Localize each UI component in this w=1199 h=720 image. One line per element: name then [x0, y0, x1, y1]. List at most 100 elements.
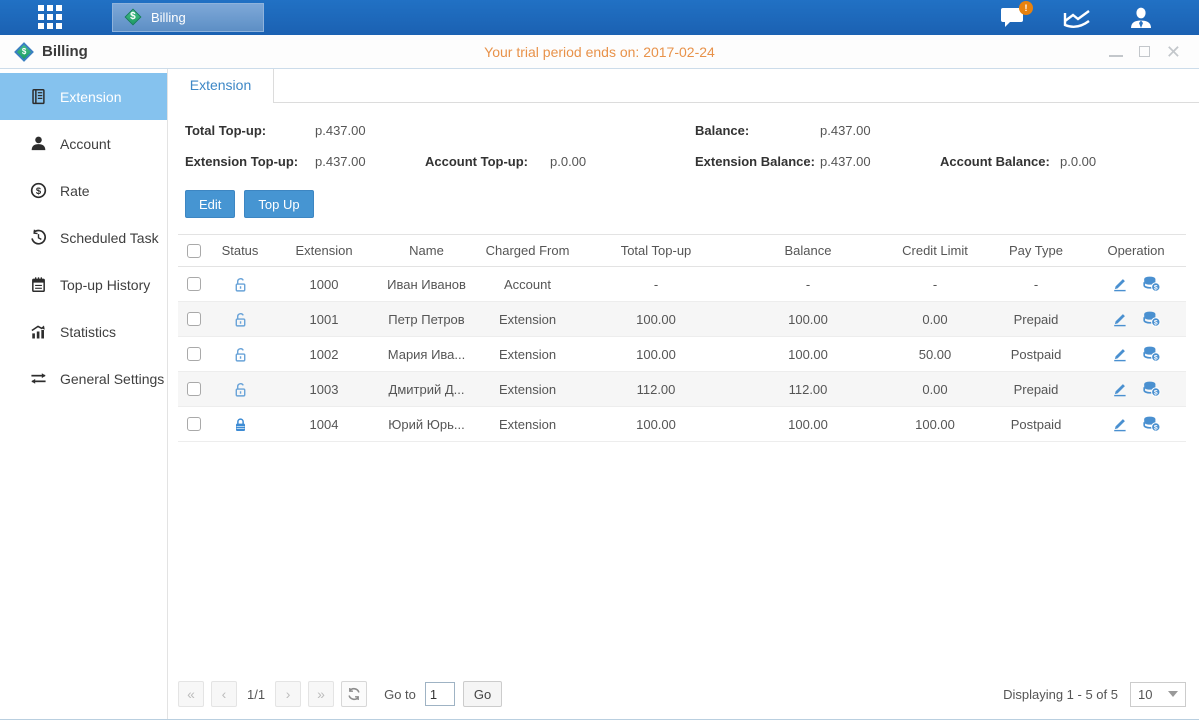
sidebar-item-scheduled-task[interactable]: Scheduled Task — [0, 214, 167, 261]
page-size-select[interactable]: 10 — [1130, 682, 1186, 707]
topup-coins-icon[interactable]: $ — [1142, 311, 1161, 327]
total-topup-cell: 100.00 — [580, 347, 732, 362]
top-up-button[interactable]: Top Up — [244, 190, 313, 218]
window-title: Billing — [42, 43, 88, 60]
column-header[interactable]: Charged From — [475, 243, 580, 258]
column-header[interactable]: Name — [378, 243, 475, 258]
first-page-button[interactable]: « — [178, 681, 204, 707]
edit-icon[interactable] — [1111, 416, 1128, 432]
row-checkbox[interactable] — [187, 417, 201, 431]
account-topup-label: Account Top-up: — [425, 154, 550, 169]
sidebar-item-general-settings[interactable]: General Settings — [0, 355, 167, 402]
balance-cell: 112.00 — [732, 382, 884, 397]
balance-cell: - — [732, 277, 884, 292]
taskbar: $ Billing ! — [0, 0, 1199, 35]
edit-icon[interactable] — [1111, 381, 1128, 397]
extension-cell: 1004 — [270, 417, 378, 432]
next-page-button[interactable]: › — [275, 681, 301, 707]
operation-cell: $ — [1086, 416, 1186, 432]
minimize-button[interactable] — [1109, 45, 1123, 59]
column-header[interactable]: Operation — [1086, 243, 1186, 258]
pay-type-cell: - — [986, 277, 1086, 292]
last-page-button[interactable]: » — [308, 681, 334, 707]
name-cell: Мария Ива... — [378, 347, 475, 362]
ledger-icon — [30, 88, 47, 105]
name-cell: Юрий Юрь... — [378, 417, 475, 432]
sidebar-item-label: General Settings — [60, 371, 164, 387]
prev-page-button[interactable]: ‹ — [211, 681, 237, 707]
extension-cell: 1000 — [270, 277, 378, 292]
messages-icon[interactable]: ! — [1000, 7, 1025, 28]
close-button[interactable]: ✕ — [1166, 45, 1181, 59]
unlocked-icon — [210, 381, 270, 398]
sidebar-item-statistics[interactable]: Statistics — [0, 308, 167, 355]
topup-coins-icon[interactable]: $ — [1142, 276, 1161, 292]
sidebar-item-topup-history[interactable]: Top-up History — [0, 261, 167, 308]
table-header-row: StatusExtensionNameCharged FromTotal Top… — [178, 234, 1186, 267]
total-topup-cell: 100.00 — [580, 417, 732, 432]
billing-dollar-diamond-icon: $ — [125, 9, 142, 26]
total-topup-cell: - — [580, 277, 732, 292]
svg-text:$: $ — [1154, 424, 1158, 431]
go-button[interactable]: Go — [463, 681, 502, 707]
sidebar-item-label: Top-up History — [60, 277, 150, 293]
edit-icon[interactable] — [1111, 346, 1128, 362]
paging-toolbar: « ‹ 1/1 › » Go to Go Displaying 1 - 5 of… — [168, 671, 1199, 717]
bar-chart-icon — [30, 323, 47, 340]
charged-from-cell: Extension — [475, 417, 580, 432]
topup-coins-icon[interactable]: $ — [1142, 381, 1161, 397]
row-checkbox[interactable] — [187, 312, 201, 326]
extension-cell: 1003 — [270, 382, 378, 397]
select-all-checkbox[interactable] — [187, 244, 201, 258]
maximize-button[interactable] — [1139, 45, 1150, 59]
table-row[interactable]: 1004Юрий Юрь...Extension100.00100.00100.… — [178, 407, 1186, 442]
table-row[interactable]: 1001Петр ПетровExtension100.00100.000.00… — [178, 302, 1186, 337]
account-balance-label: Account Balance: — [940, 154, 1060, 169]
row-checkbox[interactable] — [187, 382, 201, 396]
tab-extension[interactable]: Extension — [168, 69, 274, 103]
svg-text:$: $ — [1154, 354, 1158, 361]
charged-from-cell: Extension — [475, 347, 580, 362]
topup-coins-icon[interactable]: $ — [1142, 416, 1161, 432]
charged-from-cell: Extension — [475, 382, 580, 397]
credit-limit-cell: 0.00 — [884, 382, 986, 397]
credit-limit-cell: - — [884, 277, 986, 292]
name-cell: Петр Петров — [378, 312, 475, 327]
column-header[interactable]: Credit Limit — [884, 243, 986, 258]
edit-button[interactable]: Edit — [185, 190, 235, 218]
column-header[interactable]: Total Top-up — [580, 243, 732, 258]
sidebar-item-rate[interactable]: $ Rate — [0, 167, 167, 214]
sidebar-item-account[interactable]: Account — [0, 120, 167, 167]
pay-type-cell: Prepaid — [986, 312, 1086, 327]
column-header[interactable]: Extension — [270, 243, 378, 258]
column-header[interactable]: Balance — [732, 243, 884, 258]
goto-page-input[interactable] — [425, 682, 455, 706]
column-header[interactable]: Pay Type — [986, 243, 1086, 258]
table-row[interactable]: 1000Иван ИвановAccount----$ — [178, 267, 1186, 302]
topup-coins-icon[interactable]: $ — [1142, 346, 1161, 362]
table-row[interactable]: 1003Дмитрий Д...Extension112.00112.000.0… — [178, 372, 1186, 407]
reports-chart-icon[interactable] — [1063, 7, 1091, 29]
row-checkbox[interactable] — [187, 347, 201, 361]
operation-cell: $ — [1086, 346, 1186, 362]
edit-icon[interactable] — [1111, 276, 1128, 292]
refresh-icon[interactable] — [341, 681, 367, 707]
svg-text:$: $ — [1154, 389, 1158, 396]
total-topup-cell: 100.00 — [580, 312, 732, 327]
sidebar-item-label: Rate — [60, 183, 90, 199]
pay-type-cell: Prepaid — [986, 382, 1086, 397]
edit-icon[interactable] — [1111, 311, 1128, 327]
taskbar-tab-label: Billing — [151, 10, 186, 25]
charged-from-cell: Account — [475, 277, 580, 292]
operation-cell: $ — [1086, 276, 1186, 292]
apps-grid-icon[interactable] — [38, 5, 64, 31]
name-cell: Дмитрий Д... — [378, 382, 475, 397]
column-header[interactable]: Status — [210, 243, 270, 258]
dollar-circle-icon: $ — [30, 182, 47, 199]
row-checkbox[interactable] — [187, 277, 201, 291]
sidebar-item-extension[interactable]: Extension — [0, 73, 167, 120]
user-account-icon[interactable] — [1129, 7, 1153, 29]
table-row[interactable]: 1002Мария Ива...Extension100.00100.0050.… — [178, 337, 1186, 372]
unlocked-icon — [210, 276, 270, 293]
taskbar-tab-billing[interactable]: $ Billing — [112, 3, 264, 32]
